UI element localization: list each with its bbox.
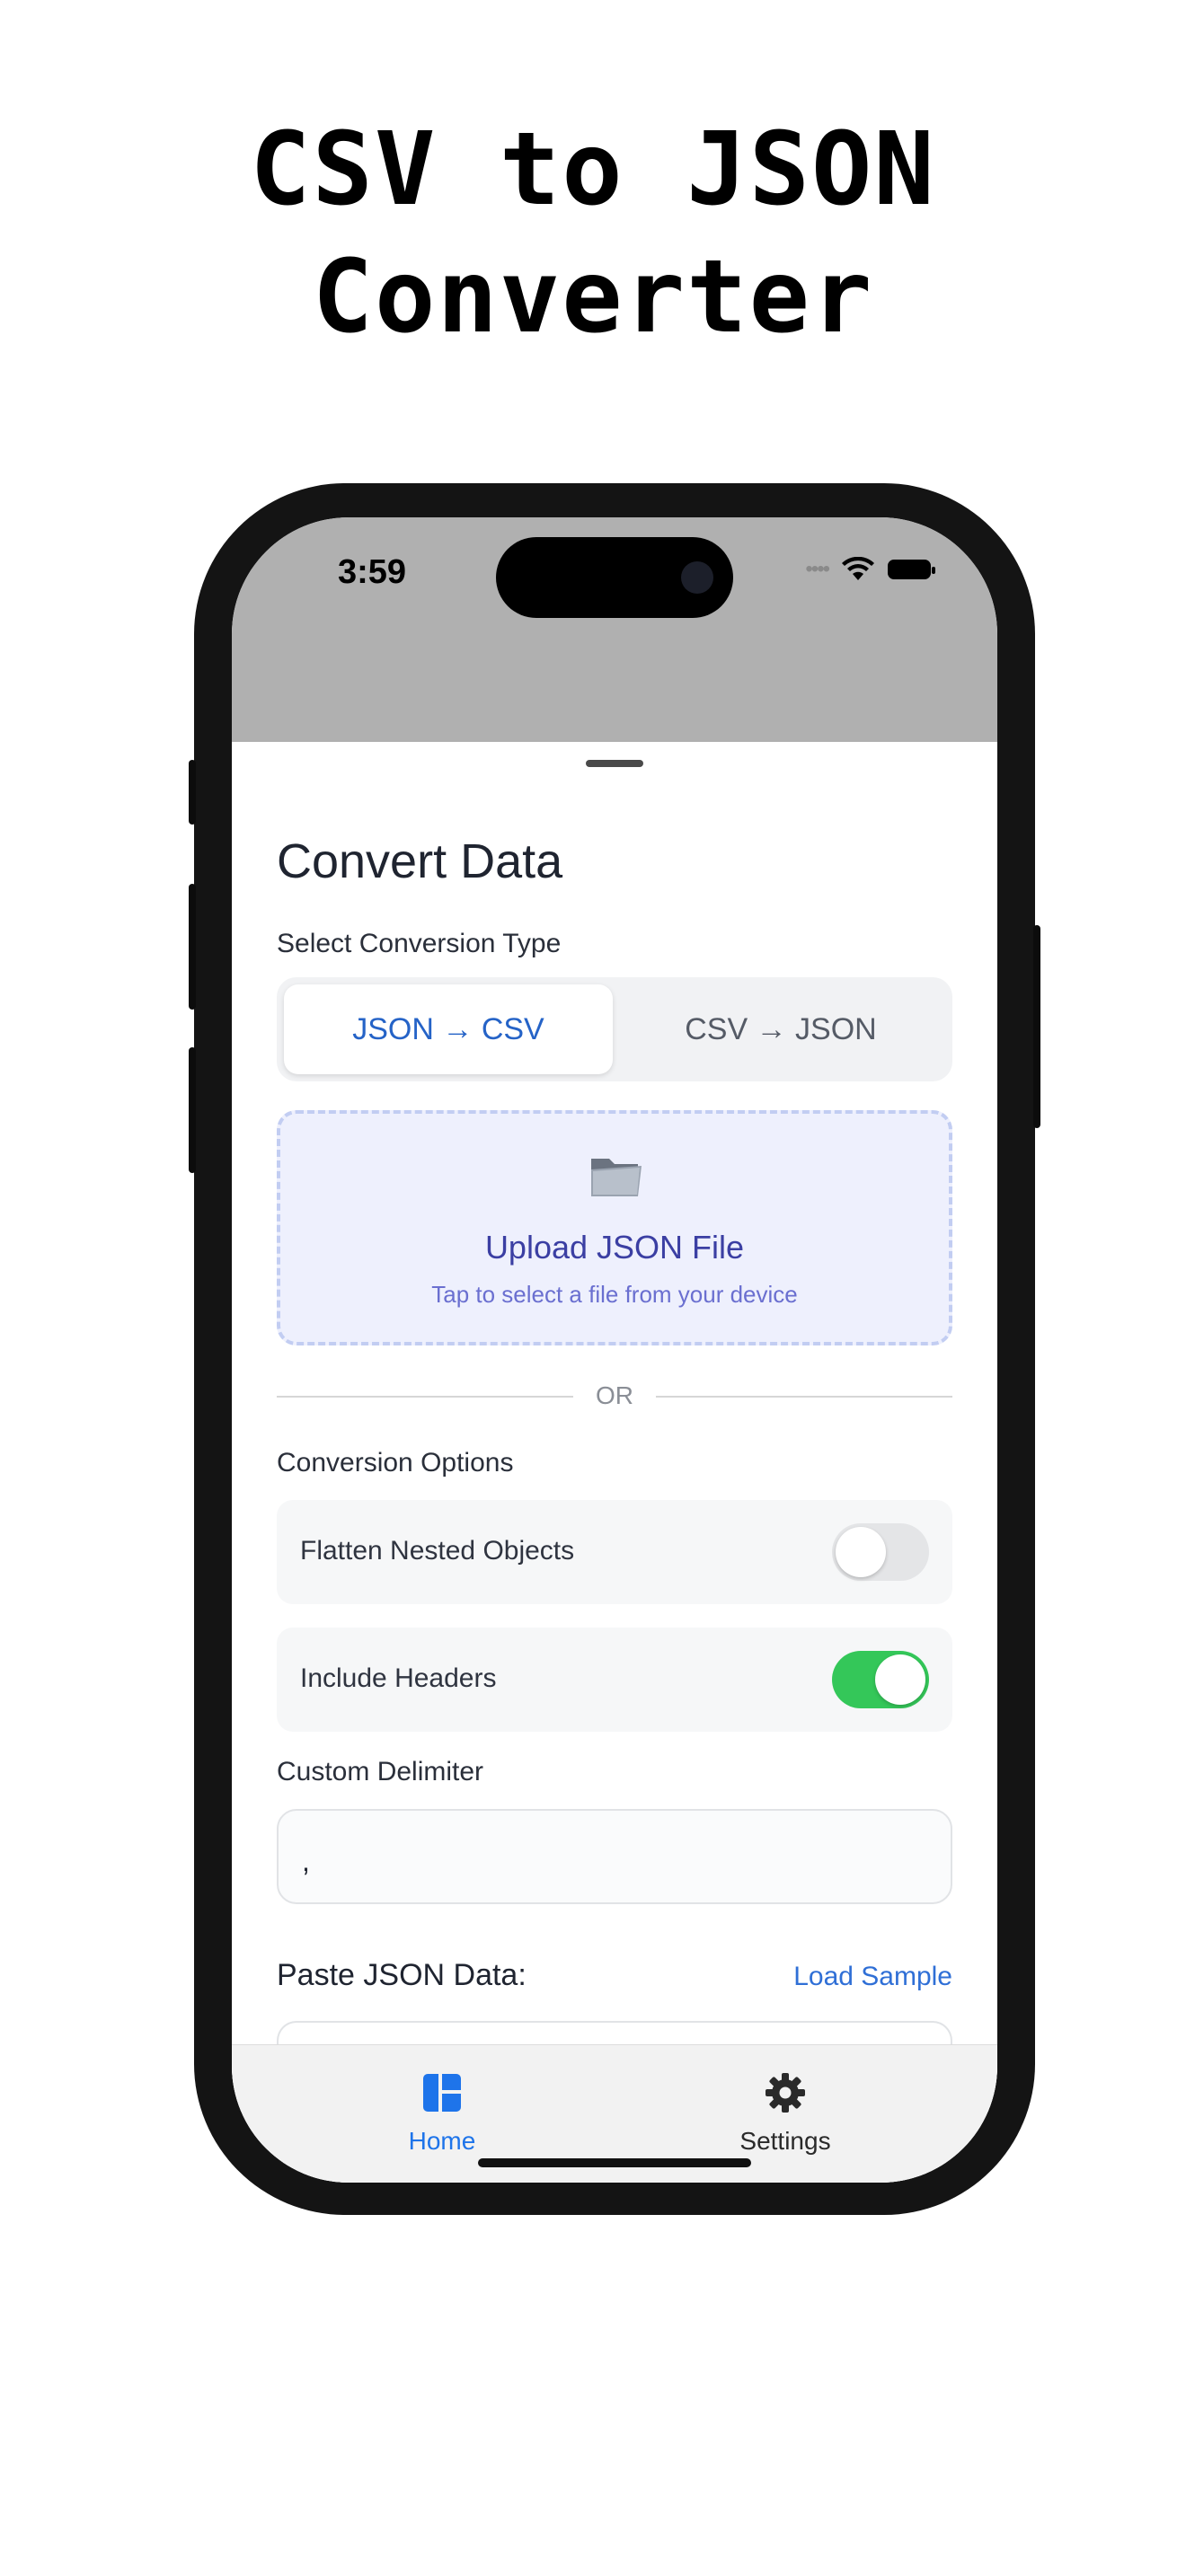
flatten-toggle[interactable]	[832, 1523, 929, 1581]
delimiter-input[interactable]: ,	[277, 1809, 952, 1904]
action-button	[189, 760, 196, 825]
dashboard-icon	[423, 2074, 461, 2112]
load-sample-button[interactable]: Load Sample	[793, 1962, 952, 1992]
home-indicator	[478, 2158, 751, 2167]
include-headers-toggle[interactable]	[832, 1651, 929, 1708]
tab-home[interactable]: Home	[352, 2072, 532, 2156]
dynamic-island	[496, 537, 733, 618]
divider-right	[656, 1396, 952, 1398]
tab-home-label: Home	[408, 2127, 476, 2155]
option-label: Flatten Nested Objects	[300, 1536, 575, 1566]
tab-settings[interactable]: Settings	[695, 2072, 875, 2156]
option-label: Include Headers	[300, 1663, 497, 1693]
battery-icon	[888, 560, 935, 579]
tab-settings-label: Settings	[739, 2127, 831, 2155]
volume-down-button	[189, 1047, 196, 1173]
volume-up-button	[189, 884, 196, 1010]
upload-title: Upload JSON File	[484, 1229, 745, 1266]
page-title: Convert Data	[277, 834, 563, 888]
wifi-icon	[842, 557, 874, 580]
tab-bar: Home Settings	[232, 2044, 997, 2183]
status-icons: ••••	[805, 557, 935, 582]
segment-csv-to-json[interactable]: CSV → JSON	[616, 984, 945, 1074]
option-row-flatten: Flatten Nested Objects	[277, 1500, 952, 1604]
paste-data-label: Paste JSON Data:	[277, 1958, 527, 1992]
conversion-type-label: Select Conversion Type	[277, 929, 562, 958]
segment-json-to-csv[interactable]: JSON → CSV	[284, 984, 613, 1074]
power-button	[1033, 925, 1040, 1128]
sheet-grabber[interactable]	[586, 760, 643, 767]
toggle-knob	[836, 1527, 886, 1577]
conversion-options-label: Conversion Options	[277, 1448, 514, 1478]
toggle-knob	[875, 1654, 925, 1705]
promo-title-line-1: CSV to JSON	[250, 111, 936, 228]
bottom-sheet: Convert Data Select Conversion Type JSON…	[232, 742, 997, 2183]
phone-screen: 3:59 •••• Convert Data Select Conversion…	[232, 517, 997, 2183]
upload-file-dropzone[interactable]: Upload JSON File Tap to select a file fr…	[277, 1110, 952, 1345]
upload-subtitle: Tap to select a file from your device	[431, 1281, 798, 1308]
camera-icon	[681, 561, 713, 594]
promo-title-line-2: Converter	[312, 239, 874, 356]
promo-title: CSV to JSON Converter	[0, 106, 1186, 361]
gear-icon	[766, 2073, 805, 2113]
conversion-type-segmented-control: JSON → CSV CSV → JSON	[277, 977, 952, 1081]
status-time: 3:59	[338, 553, 407, 591]
signal-icon: ••••	[805, 557, 830, 581]
status-bar: 3:59 ••••	[232, 517, 997, 742]
delimiter-label: Custom Delimiter	[277, 1757, 484, 1786]
folder-icon	[591, 1159, 642, 1196]
option-row-headers: Include Headers	[277, 1628, 952, 1732]
